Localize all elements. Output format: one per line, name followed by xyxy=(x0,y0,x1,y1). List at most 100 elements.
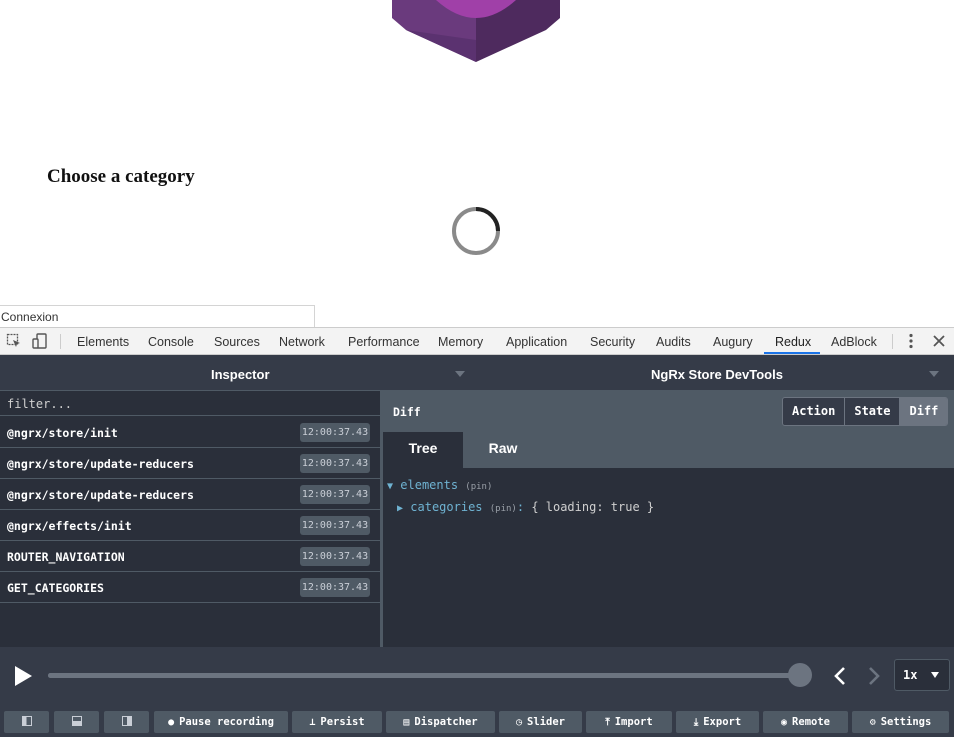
action-timestamp: 12:00:37.43 xyxy=(300,547,370,566)
action-item[interactable]: GET_CATEGORIES 12:00:37.43 xyxy=(0,572,380,603)
layout-left-button[interactable] xyxy=(4,711,49,733)
button-label: Remote xyxy=(792,716,830,728)
export-button[interactable]: ⤓ Export xyxy=(676,711,759,733)
settings-button[interactable]: ⚙ Settings xyxy=(852,711,949,733)
tab-elements[interactable]: Elements xyxy=(77,335,129,349)
tab-security[interactable]: Security xyxy=(590,335,635,349)
tab-augury[interactable]: Augury xyxy=(713,335,753,349)
layout-right-icon xyxy=(121,716,132,726)
status-text: Connexion xyxy=(1,310,59,324)
view-tabs: Tree Raw xyxy=(383,432,954,468)
action-timestamp: 12:00:37.43 xyxy=(300,485,370,504)
play-icon[interactable] xyxy=(12,665,34,687)
expand-arrow-icon[interactable]: ▼ xyxy=(387,481,393,492)
loading-spinner-icon xyxy=(452,207,500,255)
action-item[interactable]: @ngrx/store/init 12:00:37.43 xyxy=(0,417,380,448)
button-label: Settings xyxy=(880,716,932,728)
speed-value: 1x xyxy=(903,668,918,682)
tab-network[interactable]: Network xyxy=(279,335,325,349)
action-timestamp: 12:00:37.43 xyxy=(300,578,370,597)
expand-arrow-icon[interactable]: ▶ xyxy=(397,503,403,514)
persist-button[interactable]: ⊥ Persist xyxy=(292,711,382,733)
action-list: @ngrx/store/init 12:00:37.43 @ngrx/store… xyxy=(0,417,380,603)
tab-tree[interactable]: Tree xyxy=(383,432,463,468)
keyboard-icon: ▤ xyxy=(403,717,410,728)
tree-node[interactable]: ▼ elements (pin) xyxy=(387,478,492,492)
instance-select[interactable]: NgRx Store DevTools xyxy=(651,367,783,382)
pause-recording-button[interactable]: ● Pause recording xyxy=(154,711,288,733)
tab-sources[interactable]: Sources xyxy=(214,335,260,349)
remote-button[interactable]: ◉ Remote xyxy=(763,711,848,733)
tab-console[interactable]: Console xyxy=(148,335,194,349)
dispatcher-button[interactable]: ▤ Dispatcher xyxy=(386,711,495,733)
pin-link[interactable]: (pin) xyxy=(465,482,492,492)
step-forward-icon[interactable] xyxy=(864,665,884,687)
devtools-tab-bar: Elements Console Sources Network Perform… xyxy=(0,327,954,355)
tab-raw[interactable]: Raw xyxy=(463,432,543,468)
monitor-select[interactable]: Inspector xyxy=(211,367,270,382)
import-button[interactable]: ⤒ Import xyxy=(586,711,672,733)
layout-left-icon xyxy=(21,716,32,726)
action-list-pane: filter... @ngrx/store/init 12:00:37.43 @… xyxy=(0,391,380,647)
upload-icon: ⤒ xyxy=(605,717,610,728)
pause-circle-icon: ● xyxy=(168,717,175,728)
layout-bottom-button[interactable] xyxy=(54,711,99,733)
status-bar: Connexion xyxy=(0,305,315,328)
inspector-title: Diff xyxy=(393,405,421,419)
device-toolbar-icon[interactable] xyxy=(32,333,48,349)
divider xyxy=(892,334,893,349)
slider-button[interactable]: ◷ Slider xyxy=(499,711,582,733)
inspector-header: Diff Action State Diff xyxy=(383,391,954,432)
tab-redux[interactable]: Redux xyxy=(775,335,811,349)
inspect-element-icon[interactable] xyxy=(6,333,22,349)
slider-thumb[interactable] xyxy=(788,663,812,687)
action-name: GET_CATEGORIES xyxy=(7,581,104,595)
chevron-down-icon[interactable] xyxy=(455,371,465,377)
action-name: @ngrx/store/init xyxy=(7,426,118,440)
diff-mode-button[interactable]: Diff xyxy=(900,398,948,425)
diff-tree: ▼ elements (pin) ▶ categories (pin): { l… xyxy=(383,468,954,647)
button-label: Import xyxy=(614,716,653,728)
bottom-button-bar: ● Pause recording ⊥ Persist ▤ Dispatcher ◷ S… xyxy=(0,703,954,737)
timer-icon: ◷ xyxy=(516,717,523,728)
button-label: Persist xyxy=(320,716,365,728)
tree-value: { loading: true } xyxy=(531,500,655,514)
state-mode-button[interactable]: State xyxy=(845,398,901,425)
gear-icon: ⚙ xyxy=(869,717,876,728)
tab-application[interactable]: Application xyxy=(506,335,567,349)
layout-bottom-icon xyxy=(71,716,82,726)
action-name: @ngrx/effects/init xyxy=(7,519,132,533)
button-label: Slider xyxy=(527,716,565,728)
tab-memory[interactable]: Memory xyxy=(438,335,483,349)
action-item[interactable]: @ngrx/store/update-reducers 12:00:37.43 xyxy=(0,479,380,510)
filter-input[interactable]: filter... xyxy=(0,391,380,416)
tab-adblock[interactable]: AdBlock xyxy=(831,335,877,349)
tree-separator: : xyxy=(516,500,525,514)
redux-devtools-panel: Inspector NgRx Store DevTools filter... … xyxy=(0,355,954,737)
more-options-icon[interactable] xyxy=(905,332,917,350)
chevron-down-icon[interactable] xyxy=(929,371,939,377)
broadcast-icon: ◉ xyxy=(781,717,788,728)
action-item[interactable]: ROUTER_NAVIGATION 12:00:37.43 xyxy=(0,541,380,572)
action-name: ROUTER_NAVIGATION xyxy=(7,550,125,564)
layout-right-button[interactable] xyxy=(104,711,149,733)
slider-fill xyxy=(48,673,800,678)
step-back-icon[interactable] xyxy=(830,665,850,687)
mode-switch: Action State Diff xyxy=(782,397,949,426)
tab-audits[interactable]: Audits xyxy=(656,335,691,349)
app-logo xyxy=(392,0,560,62)
slider-track[interactable] xyxy=(48,673,800,678)
close-icon[interactable] xyxy=(930,332,948,350)
action-name: @ngrx/store/update-reducers xyxy=(7,488,194,502)
time-slider-bar: 1x xyxy=(0,647,954,703)
action-mode-button[interactable]: Action xyxy=(783,398,846,425)
inspector-pane: Diff Action State Diff Tree Raw ▼ elemen… xyxy=(383,391,954,647)
page-title: Choose a category xyxy=(47,166,195,187)
pin-link[interactable]: (pin) xyxy=(490,504,517,514)
button-label: Pause recording xyxy=(179,716,274,728)
action-item[interactable]: @ngrx/effects/init 12:00:37.43 xyxy=(0,510,380,541)
tree-node[interactable]: ▶ categories (pin): { loading: true } xyxy=(397,500,654,514)
speed-select[interactable]: 1x xyxy=(894,659,950,691)
tab-performance[interactable]: Performance xyxy=(348,335,420,349)
action-item[interactable]: @ngrx/store/update-reducers 12:00:37.43 xyxy=(0,448,380,479)
